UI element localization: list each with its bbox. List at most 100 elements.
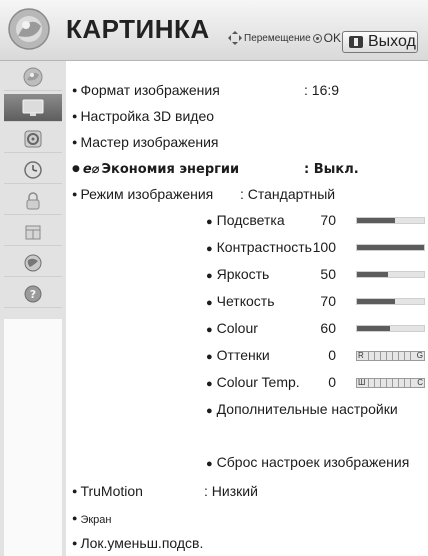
tint-value: 0 xyxy=(328,347,336,363)
trumotion-value: : Низкий xyxy=(204,483,258,499)
energy-saving-value: : Выкл. xyxy=(304,162,359,177)
bullet: ● xyxy=(206,243,213,255)
adjustment-level-fill xyxy=(357,299,396,304)
adjustment-level-fill xyxy=(357,326,390,331)
bullet: ● xyxy=(72,111,78,122)
tint-right-mark: G xyxy=(415,351,424,360)
sidebar-item-lock[interactable] xyxy=(4,187,62,215)
bullet: ● xyxy=(206,270,213,282)
menu-item-energy-saving[interactable]: ● e⌀ Экономия энергии : Выкл. xyxy=(72,162,422,177)
colour-temp-right-mark: C xyxy=(416,378,424,387)
lock-icon xyxy=(26,191,40,209)
reset-picture-label: Сброс настроек изображения xyxy=(216,454,410,470)
bullet: ● xyxy=(72,538,78,549)
adjustment-level-bar[interactable] xyxy=(356,325,425,332)
clock-icon xyxy=(24,160,42,179)
adjustment-label: Colour xyxy=(216,320,258,336)
adjustment-label: Яркость xyxy=(216,266,270,282)
menu-item-adjustment[interactable]: ● Четкость 70 xyxy=(206,293,425,309)
network-globe-icon xyxy=(24,254,42,271)
navigation-hint: Перемещение OK xyxy=(228,31,341,45)
sidebar-item-network[interactable] xyxy=(4,249,62,277)
picture-settings-icon xyxy=(23,67,43,86)
sidebar: ? xyxy=(0,61,66,556)
menu-item-trumotion[interactable]: ● TruMotion : Низкий xyxy=(72,483,372,499)
adjustment-value: 50 xyxy=(320,266,336,282)
bullet: ● xyxy=(206,458,213,470)
header-bar: КАРТИНКА Перемещение OK Выход xyxy=(0,0,428,61)
adjustment-value: 100 xyxy=(312,239,336,255)
menu-item-adjustment[interactable]: ● Яркость 50 xyxy=(206,266,425,282)
exit-button-label: Выход xyxy=(368,33,416,50)
adjustment-value: 60 xyxy=(320,320,336,336)
adjustment-label: Контрастность xyxy=(216,239,312,255)
hint-move-label: Перемещение xyxy=(244,32,311,44)
exit-button[interactable]: Выход xyxy=(342,31,418,53)
aspect-ratio-value: : 16:9 xyxy=(304,82,340,98)
advanced-settings-label: Дополнительные настройки xyxy=(216,401,398,417)
sidebar-item-picture[interactable] xyxy=(4,94,62,122)
setup-3d-label: Настройка 3D видео xyxy=(80,108,215,124)
bullet: ● xyxy=(206,405,213,417)
menu-item-tint[interactable]: ● Оттенки 0 R G xyxy=(206,347,425,363)
menu-item-screen[interactable]: ● Экран xyxy=(72,510,111,526)
menu-item-3d-setup[interactable]: ● Настройка 3D видео xyxy=(72,108,214,124)
bullet: ● xyxy=(72,486,78,497)
aspect-ratio-label: Формат изображения xyxy=(80,82,220,98)
bullet: ● xyxy=(206,216,213,228)
tint-left-mark: R xyxy=(357,351,365,360)
menu-item-adjustment[interactable]: ● Colour 60 xyxy=(206,320,425,336)
tint-scale[interactable]: R G xyxy=(356,351,425,361)
menu-item-adjustment[interactable]: ● Контрастность 100 xyxy=(206,239,425,255)
colour-temp-left-mark: Ш xyxy=(357,378,367,387)
tint-label: Оттенки xyxy=(216,347,270,363)
sidebar-item-option[interactable] xyxy=(4,218,62,246)
picture-tv-icon xyxy=(22,99,44,116)
adjustment-label: Четкость xyxy=(216,293,275,309)
menu-item-picture-mode[interactable]: ● Режим изображения : Стандартный xyxy=(72,186,422,202)
colour-temp-scale[interactable]: Ш C xyxy=(356,378,425,388)
adjustment-level-bar[interactable] xyxy=(356,217,425,224)
bullet: ● xyxy=(206,297,213,309)
sidebar-item-help[interactable]: ? xyxy=(4,280,62,308)
menu-item-picture-wizard[interactable]: ● Мастер изображения xyxy=(72,134,219,150)
bullet: ● xyxy=(72,137,78,148)
option-box-icon xyxy=(25,225,41,239)
picture-menu-list: ● Формат изображения : 16:9 ● Настройка 3D… xyxy=(66,61,428,556)
sidebar-empty-area xyxy=(4,319,62,556)
sidebar-item-picture-settings[interactable] xyxy=(4,63,62,91)
hint-ok-label: OK xyxy=(323,31,341,45)
adjustment-value: 70 xyxy=(320,293,336,309)
bullet: ● xyxy=(206,324,213,336)
local-dimming-label: Лок.уменьш.подсв. xyxy=(80,535,204,551)
menu-item-colour-temp[interactable]: ● Colour Temp. 0 Ш C xyxy=(206,374,425,390)
screen-label: Экран xyxy=(80,514,112,526)
trumotion-label: TruMotion xyxy=(80,483,143,499)
sidebar-item-audio[interactable] xyxy=(4,125,62,153)
picture-wizard-label: Мастер изображения xyxy=(80,134,219,150)
sidebar-item-time[interactable] xyxy=(4,156,62,184)
picture-mode-value: : Стандартный xyxy=(240,186,336,202)
adjustment-level-bar[interactable] xyxy=(356,271,425,278)
menu-item-local-dimming[interactable]: ● Лок.уменьш.подсв. xyxy=(72,535,203,551)
adjustment-level-bar[interactable] xyxy=(356,298,425,305)
move-arrows-icon xyxy=(228,31,242,45)
bullet: ● xyxy=(206,378,213,390)
eco-icon: e⌀ xyxy=(82,162,100,177)
bullet: ● xyxy=(72,163,80,174)
menu-item-adjustment[interactable]: ● Подсветка 70 xyxy=(206,212,425,228)
adjustment-level-bar[interactable] xyxy=(356,244,425,251)
adjustment-value: 70 xyxy=(320,212,336,228)
adjustment-level-fill xyxy=(357,245,424,250)
audio-speaker-icon xyxy=(24,130,42,147)
bullet: ● xyxy=(206,351,213,363)
exit-key-icon xyxy=(349,36,363,48)
picture-mode-label: Режим изображения xyxy=(80,186,214,202)
energy-saving-label: Экономия энергии xyxy=(101,162,240,177)
menu-item-advanced-settings[interactable]: ● Дополнительные настройки xyxy=(206,401,398,417)
menu-item-reset-picture[interactable]: ● Сброс настроек изображения xyxy=(206,454,409,470)
bullet: ● xyxy=(72,189,78,200)
adjustment-level-fill xyxy=(357,272,389,277)
menu-item-aspect-ratio[interactable]: ● Формат изображения : 16:9 xyxy=(72,82,422,98)
colour-temp-value: 0 xyxy=(328,374,336,390)
